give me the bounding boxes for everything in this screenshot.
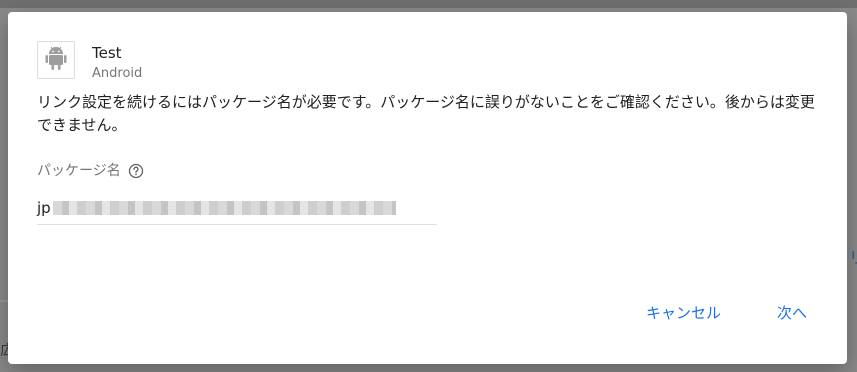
app-header: Test Android <box>37 41 142 83</box>
app-platform: Android <box>92 66 143 81</box>
package-name-value: jp <box>37 199 51 217</box>
android-icon <box>45 45 67 75</box>
redacted-package-name <box>52 201 396 215</box>
background-header <box>0 0 857 8</box>
package-name-dialog: Test Android リンク設定を続けるにはパッケージ名が必要です。パッケー… <box>8 12 847 364</box>
dialog-description: リンク設定を続けるにはパッケージ名が必要です。パッケージ名に誤りがないことをご確… <box>37 93 815 134</box>
app-meta: Test Android <box>92 43 142 83</box>
background-link: リ <box>849 244 857 268</box>
cancel-button[interactable]: キャンセル <box>630 295 737 331</box>
background-text: 広 <box>0 343 8 359</box>
next-button[interactable]: 次へ <box>761 295 823 331</box>
package-name-label-row: パッケージ名 <box>37 161 145 181</box>
app-icon-frame <box>37 41 75 79</box>
dialog-actions: キャンセル 次へ <box>630 295 823 331</box>
app-name: Test <box>92 44 122 62</box>
package-name-label: パッケージ名 <box>37 163 121 179</box>
background-divider <box>0 300 8 302</box>
help-circle-icon[interactable] <box>127 162 145 180</box>
package-name-field[interactable]: jp <box>37 192 437 225</box>
